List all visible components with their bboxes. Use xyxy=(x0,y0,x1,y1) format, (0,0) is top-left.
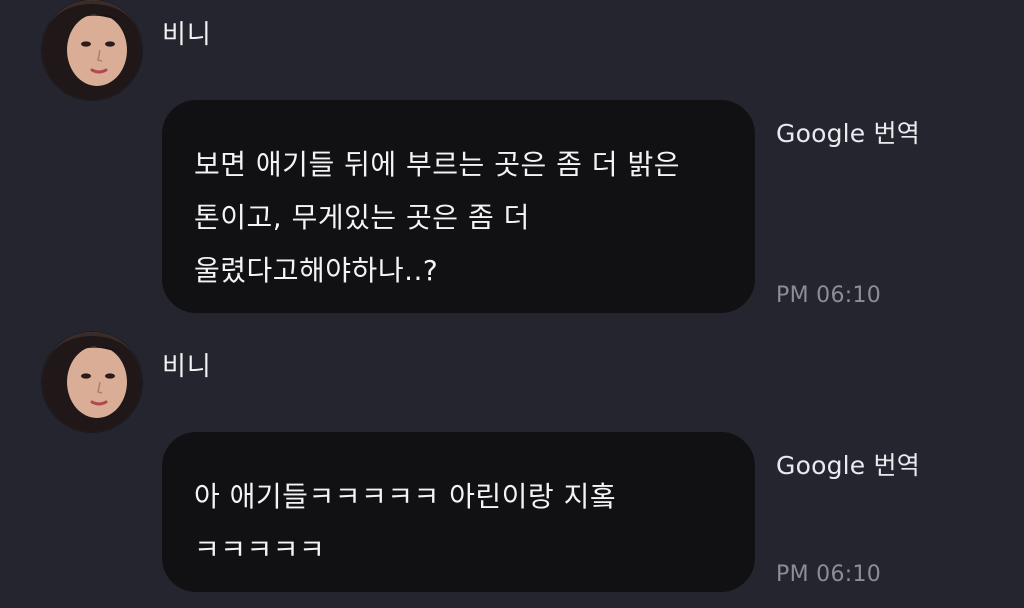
message-timestamp: PM 06:10 xyxy=(776,283,882,308)
profile-photo-icon xyxy=(42,332,142,432)
message-bubble[interactable]: 아 애기들ㅋㅋㅋㅋㅋ 아린이랑 지홐 ㅋㅋㅋㅋㅋ xyxy=(162,432,755,592)
google-translate-link[interactable]: Google 번역 xyxy=(776,114,920,150)
message-timestamp: PM 06:10 xyxy=(776,562,882,587)
sender-name: 비니 xyxy=(162,352,212,382)
sender-name: 비니 xyxy=(162,20,212,50)
avatar[interactable] xyxy=(42,0,142,100)
google-translate-link[interactable]: Google 번역 xyxy=(776,446,920,482)
chat-screen: 비니 보면 애기들 뒤에 부르는 곳은 좀 더 밝은 톤이고, 무게있는 곳은 … xyxy=(0,0,1024,608)
profile-photo-icon xyxy=(42,0,142,100)
message-bubble[interactable]: 보면 애기들 뒤에 부르는 곳은 좀 더 밝은 톤이고, 무게있는 곳은 좀 더… xyxy=(162,100,755,313)
avatar[interactable] xyxy=(42,332,142,432)
